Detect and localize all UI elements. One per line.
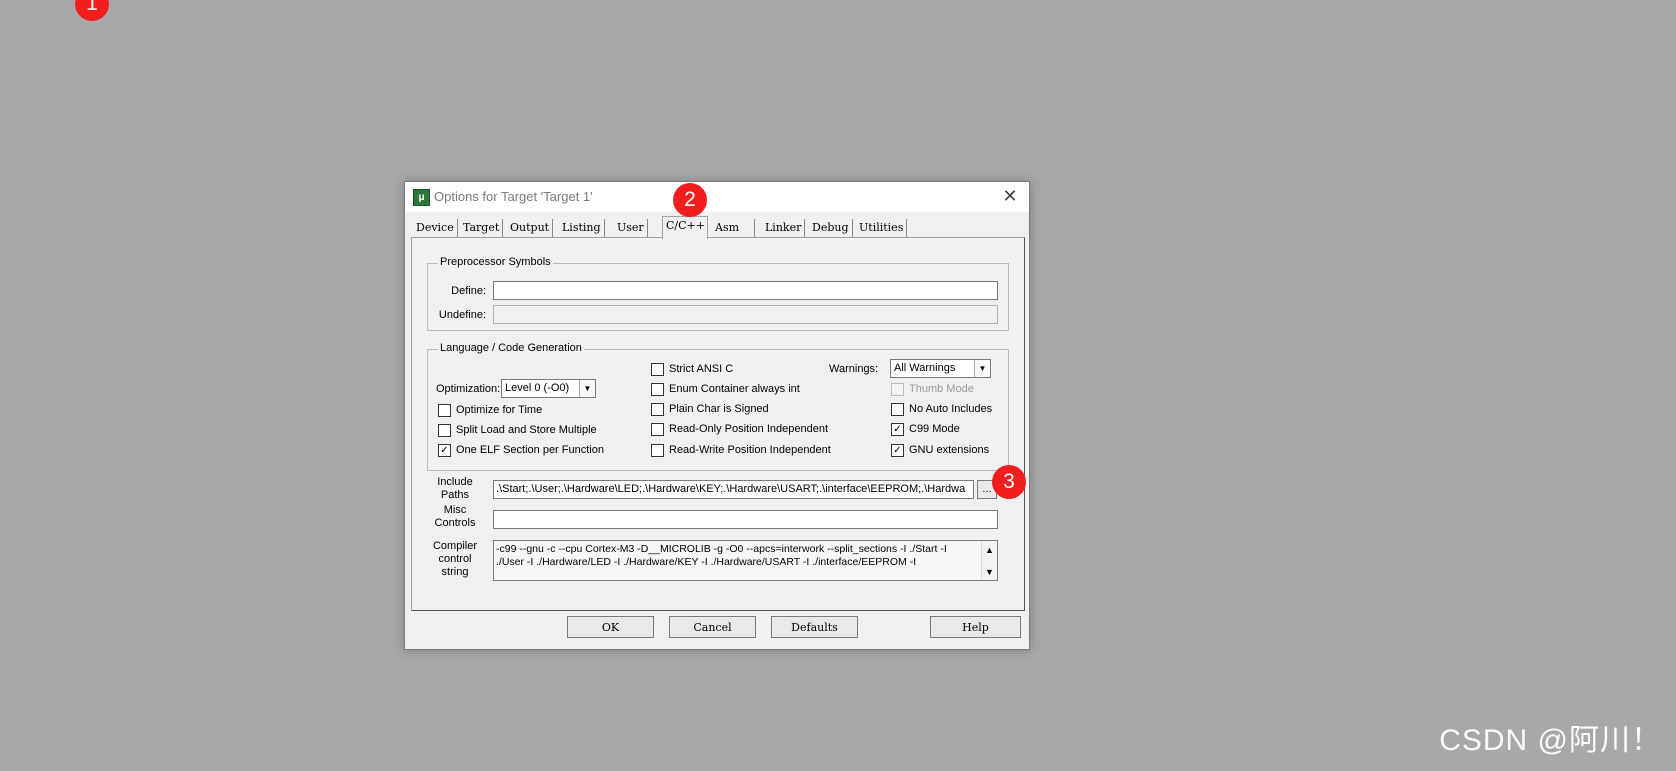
split-load-checkbox[interactable]: Split Load and Store Multiple [438,423,597,437]
ok-button[interactable]: OK [567,616,654,638]
preprocessor-legend: Preprocessor Symbols [438,256,553,268]
tab-device[interactable]: Device [413,219,458,237]
compiler-control-string[interactable]: -c99 --gnu -c --cpu Cortex-M3 -D__MICROL… [493,540,998,581]
dialog-title: Options for Target 'Target 1' [434,189,593,204]
chevron-down-icon: ▼ [985,567,994,577]
include-paths-label-line2: Paths [440,489,470,501]
plain-char-label: Plain Char is Signed [669,403,769,415]
keil-app-icon: μ [413,189,430,206]
plain-char-checkbox[interactable]: Plain Char is Signed [651,402,769,416]
misc-controls-label-line1: Misc [443,504,467,516]
tab-user[interactable]: User [614,219,648,237]
annotation-marker-1: 1 [75,0,109,21]
checkbox-box [651,403,664,416]
gnu-extensions-checkbox[interactable]: ✓ GNU extensions [891,443,989,457]
cancel-button[interactable]: Cancel [669,616,756,638]
chevron-down-icon: ▼ [579,380,595,397]
tab-linker[interactable]: Linker [762,219,806,237]
define-label: Define: [451,285,486,297]
preprocessor-group: Preprocessor Symbols Define: Undefine: [427,256,1009,331]
language-group: Language / Code Generation Optimization:… [427,342,1009,471]
chevron-down-icon: ▼ [974,360,990,377]
no-auto-includes-label: No Auto Includes [909,403,993,415]
checkmark-icon: ✓ [891,423,904,436]
tab-utilities[interactable]: Utilities [856,219,908,237]
compiler-string-scrollbar[interactable]: ▲ ▼ [981,541,997,580]
tab-debug[interactable]: Debug [809,219,853,237]
warnings-label: Warnings: [829,363,879,375]
no-auto-includes-checkbox[interactable]: No Auto Includes [891,402,992,416]
optimization-label: Optimization: [436,383,501,395]
checkmark-icon: ✓ [891,444,904,457]
chevron-up-icon: ▲ [985,545,994,555]
checkbox-box [438,404,451,417]
tab-listing[interactable]: Listing [559,219,605,237]
compiler-string-line1: -c99 --gnu -c --cpu Cortex-M3 -D__MICROL… [496,543,947,555]
c99-mode-label: C99 Mode [909,423,960,435]
close-button[interactable]: ✕ [999,185,1021,207]
gnu-extensions-label: GNU extensions [909,444,990,456]
c99-mode-checkbox[interactable]: ✓ C99 Mode [891,422,960,436]
warnings-select[interactable]: All Warnings ▼ [890,359,991,378]
undefine-label: Undefine: [438,309,486,321]
help-button[interactable]: Help [930,616,1021,638]
checkbox-box [438,424,451,437]
compiler-string-label-line1: Compiler [432,540,477,552]
optimization-select[interactable]: Level 0 (-O0) ▼ [501,379,596,398]
enum-container-label: Enum Container always int [669,383,800,395]
checkbox-box [891,403,904,416]
thumb-mode-label: Thumb Mode [909,383,974,395]
defaults-button[interactable]: Defaults [771,616,858,638]
one-elf-label: One ELF Section per Function [456,444,604,456]
checkmark-icon: ✓ [438,444,451,457]
misc-controls-input[interactable] [493,510,998,529]
undefine-input [493,305,998,324]
tab-asm[interactable]: Asm [712,219,755,237]
checkbox-box [651,383,664,396]
optimize-time-label: Optimize for Time [456,404,543,416]
optimization-value: Level 0 (-O0) [505,382,570,394]
rw-position-label: Read-Write Position Independent [669,444,831,456]
strict-ansi-checkbox[interactable]: Strict ANSI C [651,362,733,376]
thumb-mode-checkbox: Thumb Mode [891,382,974,396]
options-dialog: μ Options for Target 'Target 1' ✕ Device… [404,181,1030,650]
include-paths-label: Include Paths [428,476,482,502]
include-paths-label-line1: Include [437,476,473,488]
ro-position-label: Read-Only Position Independent [669,423,828,435]
enum-container-checkbox[interactable]: Enum Container always int [651,382,800,396]
checkbox-box [651,444,664,457]
annotation-marker-3: 3 [992,465,1026,499]
misc-controls-label-line2: Controls [434,517,476,529]
checkbox-box [891,383,904,396]
strict-ansi-label: Strict ANSI C [669,363,734,375]
c-cpp-panel: Preprocessor Symbols Define: Undefine: L… [411,237,1025,611]
checkbox-box [651,423,664,436]
split-load-label: Split Load and Store Multiple [456,424,597,436]
rw-position-checkbox[interactable]: Read-Write Position Independent [651,443,831,457]
one-elf-checkbox[interactable]: ✓ One ELF Section per Function [438,443,604,457]
compiler-string-label-line3: string [441,566,469,578]
checkbox-box [651,363,664,376]
language-legend: Language / Code Generation [438,342,584,354]
include-paths-input[interactable]: .\Start;.\User;.\Hardware\LED;.\Hardware… [493,480,974,499]
compiler-string-label: Compiler control string [428,540,482,579]
annotation-marker-2: 2 [673,183,707,217]
compiler-string-line2: ./User -I ./Hardware/LED -I ./Hardware/K… [496,556,917,568]
warnings-value: All Warnings [894,362,956,374]
title-bar: μ Options for Target 'Target 1' ✕ [405,182,1029,212]
misc-controls-label: Misc Controls [428,504,482,530]
define-input[interactable] [493,281,998,300]
tab-target[interactable]: Target [460,219,504,237]
tab-output[interactable]: Output [507,219,554,237]
compiler-string-label-line2: control [438,553,472,565]
optimize-time-checkbox[interactable]: Optimize for Time [438,403,542,417]
ro-position-checkbox[interactable]: Read-Only Position Independent [651,422,828,436]
tab-c-cpp[interactable]: C/C++ [662,216,708,239]
csdn-watermark: CSDN @阿川！ [1439,724,1662,757]
